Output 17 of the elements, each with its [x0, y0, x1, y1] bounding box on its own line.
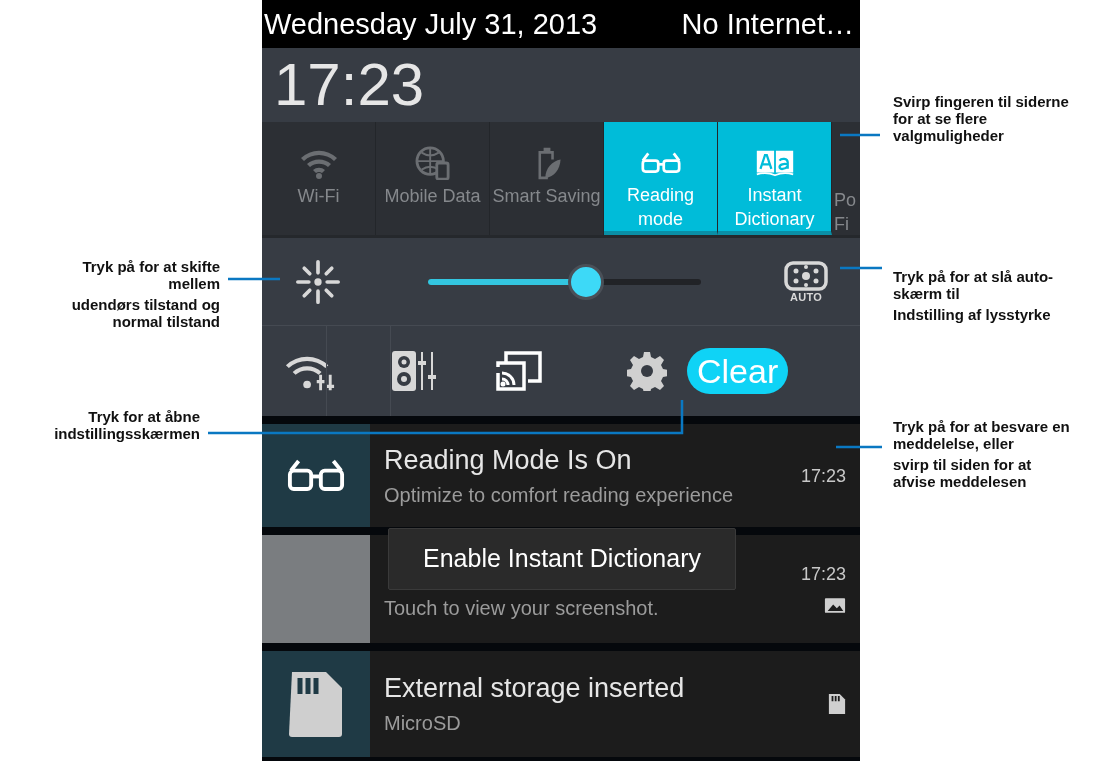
dictionary-toast: Enable Instant Dictionary	[388, 528, 736, 590]
callout-text: Indstilling af lysstyrke	[893, 306, 1052, 323]
callout-text: svirp til siden for at afvise meddelesen	[893, 456, 1033, 490]
callout-text: Tryk på for at slå auto-skærm til	[893, 268, 1055, 302]
notification-time: 17:23	[800, 564, 846, 583]
callout-text: Svirp fingeren til siderne for at se flere valgmuligheder	[893, 93, 1070, 144]
notification-title: Reading Mode Is On	[384, 443, 633, 476]
notification-text: MicroSD	[384, 711, 462, 736]
notification-time: 17:23	[800, 466, 846, 485]
notification-text: Touch to view your screenshot.	[384, 596, 660, 621]
notification-text: Optimize to comfort reading experience	[384, 482, 735, 508]
callout-text: udendørs tilstand og normal tilstand	[70, 296, 220, 330]
clock-text: 17:23	[274, 55, 425, 115]
notification-title: External storage inserted	[384, 672, 686, 704]
callout-text: Tryk for at åbne indstillingsskærmen	[53, 408, 200, 442]
date-text: Wednesday July 31, 2013	[264, 9, 598, 39]
network-status: No Internet…	[681, 9, 855, 39]
